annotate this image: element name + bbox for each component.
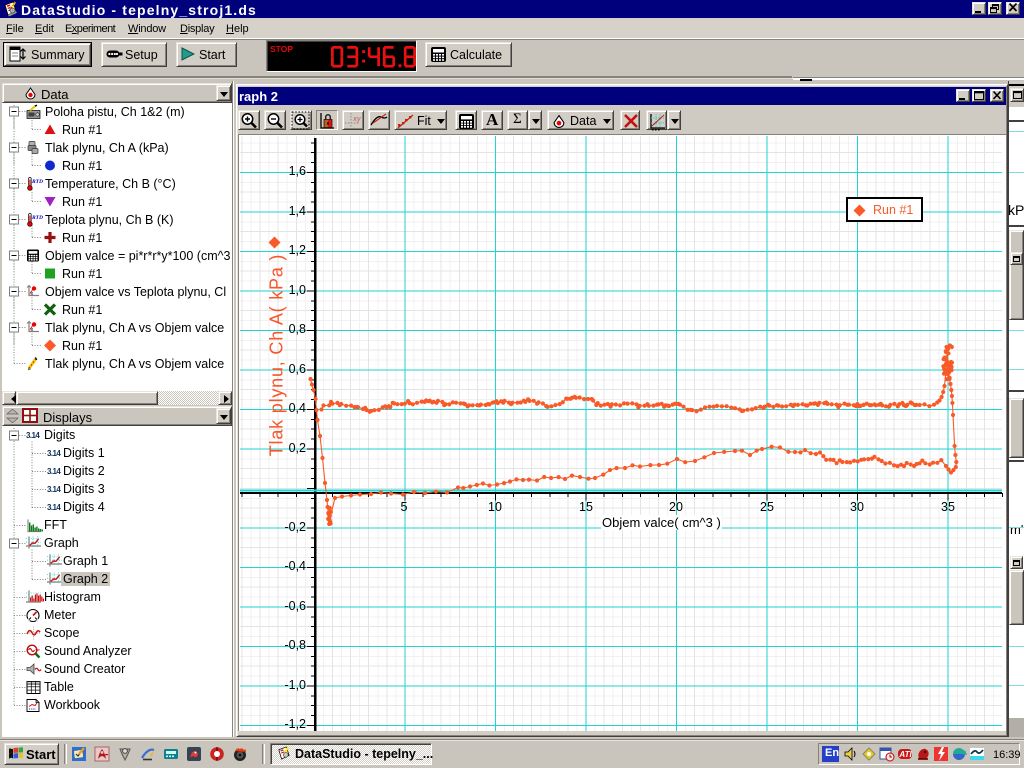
svg-text:3.14: 3.14 [47, 467, 61, 476]
svg-text:xy: xy [352, 116, 362, 123]
svg-text:RTD: RTD [31, 215, 43, 221]
svg-text:x: x [31, 327, 34, 333]
svg-text:RTD: RTD [31, 179, 43, 185]
svg-text:3.14: 3.14 [47, 449, 61, 458]
svg-text:3.14: 3.14 [47, 503, 61, 512]
svg-text:x: x [31, 291, 34, 297]
svg-text:3.14: 3.14 [26, 431, 40, 440]
svg-text:ATI: ATI [898, 750, 912, 759]
svg-text:3.14: 3.14 [47, 485, 61, 494]
